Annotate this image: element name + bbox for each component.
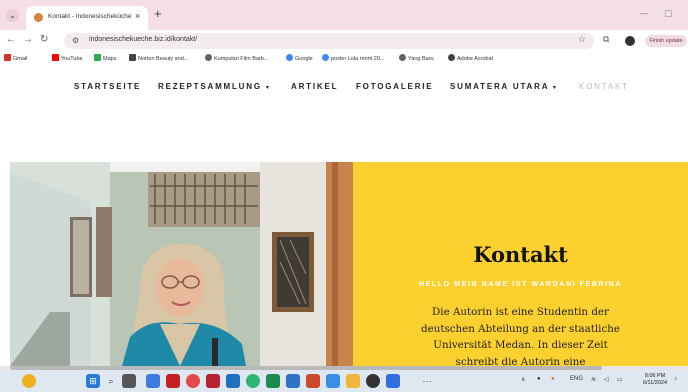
browser-window: ⌄ Kontakt - Indonesischeküche × + — ▢ ← … bbox=[0, 0, 688, 392]
bookmarks-bar: Gmail YouTube Maps Norton Beauty and... … bbox=[0, 52, 688, 66]
wifi-icon[interactable]: ≋ bbox=[591, 376, 596, 383]
globe-icon bbox=[205, 54, 212, 61]
contact-hero: Kontakt HELLO MEIN NAME IST WARDANI FEBR… bbox=[10, 162, 688, 368]
url-text[interactable]: indonesischekueche.biz.id/kontakt/ bbox=[89, 36, 197, 43]
app-icon[interactable] bbox=[166, 374, 180, 388]
gmail-icon bbox=[4, 54, 11, 61]
tab-strip: ⌄ Kontakt - Indonesischeküche × + — ▢ bbox=[0, 0, 688, 30]
profile-avatar[interactable] bbox=[625, 36, 635, 46]
app-icon[interactable] bbox=[386, 374, 400, 388]
extensions-icon[interactable]: ⧉ bbox=[603, 34, 609, 45]
mail-icon[interactable] bbox=[226, 374, 240, 388]
bookmark-youtube[interactable]: YouTube bbox=[52, 54, 83, 62]
chevron-down-icon: ▾ bbox=[553, 85, 558, 91]
bookmark-poster-lola[interactable]: poster Lola rennt 20... bbox=[322, 54, 385, 62]
nav-rezeptsammlung-label: REZEPTSAMMLUNG bbox=[158, 82, 262, 91]
contact-title: Kontakt bbox=[473, 242, 568, 267]
search-icon[interactable]: ⌕ bbox=[104, 374, 118, 388]
bookmark-star-icon[interactable]: ☆ bbox=[578, 34, 586, 45]
contact-subtitle: HELLO MEIN NAME IST WARDANI FEBRINA bbox=[419, 281, 622, 288]
bookmark-adobe-acrobat[interactable]: Adobe Acrobat bbox=[448, 54, 493, 62]
tab-kontakt[interactable]: Kontakt - Indonesischeküche × bbox=[26, 6, 148, 30]
site-navigation: STARTSEITE REZEPTSAMMLUNG ▾ ARTIKEL FOTO… bbox=[74, 82, 644, 96]
bookmark-maps[interactable]: Maps bbox=[94, 54, 116, 62]
file-explorer-icon[interactable] bbox=[346, 374, 360, 388]
nav-kontakt[interactable]: KONTAKT bbox=[579, 82, 629, 91]
powerpoint-icon[interactable] bbox=[306, 374, 320, 388]
windows-start-icon[interactable]: ⊞ bbox=[86, 374, 100, 388]
chevron-down-icon: ▾ bbox=[265, 85, 271, 91]
widgets-icon[interactable] bbox=[146, 374, 160, 388]
nav-artikel[interactable]: ARTIKEL bbox=[291, 82, 338, 91]
word-icon[interactable] bbox=[286, 374, 300, 388]
back-icon[interactable]: ← bbox=[6, 34, 16, 45]
bookmark-kumpulan-film[interactable]: Kumpulan Film Barb... bbox=[205, 54, 268, 62]
language-indicator[interactable]: ENG bbox=[570, 376, 583, 382]
forward-icon[interactable]: → bbox=[23, 34, 33, 45]
app-icon[interactable] bbox=[326, 374, 340, 388]
youtube-icon bbox=[52, 54, 59, 61]
edge-icon[interactable] bbox=[246, 374, 260, 388]
tray-chevron-icon[interactable]: ∧ bbox=[521, 376, 525, 383]
tab-title: Kontakt - Indonesischeküche bbox=[48, 13, 132, 20]
notification-icon[interactable]: ♪ bbox=[674, 376, 677, 382]
globe-icon bbox=[399, 54, 406, 61]
task-view-icon[interactable] bbox=[122, 374, 136, 388]
minimize-icon[interactable]: — bbox=[640, 9, 648, 18]
nav-fotogalerie[interactable]: FOTOGALERIE bbox=[356, 82, 433, 91]
bookmark-norton[interactable]: Norton Beauty and... bbox=[129, 54, 188, 62]
bookmark-icon bbox=[129, 54, 136, 61]
chrome-icon[interactable] bbox=[186, 374, 200, 388]
website-viewport: STARTSEITE REZEPTSAMMLUNG ▾ ARTIKEL FOTO… bbox=[0, 66, 688, 368]
nav-rezeptsammlung[interactable]: REZEPTSAMMLUNG ▾ bbox=[158, 82, 271, 91]
browser-toolbar: ← → ↻ ⚙ indonesischekueche.biz.id/kontak… bbox=[0, 30, 688, 52]
restore-icon[interactable]: ▢ bbox=[664, 8, 673, 19]
weather-icon[interactable] bbox=[22, 374, 36, 388]
address-bar[interactable]: ⚙ indonesischekueche.biz.id/kontakt/ bbox=[64, 33, 594, 49]
acrobat-icon bbox=[448, 54, 455, 61]
reload-icon[interactable]: ↻ bbox=[40, 34, 48, 45]
app-icon[interactable] bbox=[366, 374, 380, 388]
site-favicon-icon bbox=[34, 13, 43, 22]
clock-date: 6/11/2024 bbox=[642, 380, 668, 386]
clock[interactable]: 8:06 PM 6/11/2024 bbox=[639, 373, 671, 387]
bookmark-yang-baru[interactable]: Yang Baru bbox=[399, 54, 434, 62]
more-icon[interactable]: ··· bbox=[420, 374, 434, 388]
tab-search-icon[interactable]: ⌄ bbox=[6, 9, 19, 22]
new-tab-button[interactable]: + bbox=[154, 6, 162, 21]
app-icon[interactable] bbox=[206, 374, 220, 388]
nav-sumatera-utara[interactable]: SUMATERA UTARA ▾ bbox=[450, 82, 558, 91]
contact-panel: Kontakt HELLO MEIN NAME IST WARDANI FEBR… bbox=[353, 162, 688, 368]
bookmark-google[interactable]: Google bbox=[286, 54, 313, 62]
contact-description: Die Autorin ist eine Studentin der deuts… bbox=[421, 306, 620, 368]
clock-time: 8:06 PM bbox=[644, 373, 666, 379]
taskbar: ⊞ ⌕ ··· ∧ ● ● ENG ≋ ◁ ▭ 8:06 PM 6/11/202… bbox=[0, 370, 688, 392]
close-tab-icon[interactable]: × bbox=[135, 11, 140, 21]
bookmark-gmail[interactable]: Gmail bbox=[4, 54, 27, 62]
nav-startseite[interactable]: STARTSEITE bbox=[74, 82, 141, 91]
maps-icon bbox=[94, 54, 101, 61]
google-icon bbox=[322, 54, 329, 61]
battery-icon[interactable]: ▭ bbox=[617, 376, 623, 383]
tray-app-icon[interactable]: ● bbox=[551, 376, 555, 382]
finish-update-button[interactable]: Finish update bbox=[645, 35, 687, 47]
tray-app-icon[interactable]: ● bbox=[537, 376, 541, 382]
author-photo bbox=[10, 162, 353, 366]
google-icon bbox=[286, 54, 293, 61]
excel-icon[interactable] bbox=[266, 374, 280, 388]
nav-sumatera-utara-label: SUMATERA UTARA bbox=[450, 82, 549, 91]
volume-icon[interactable]: ◁ bbox=[604, 376, 609, 383]
site-info-icon[interactable]: ⚙ bbox=[72, 36, 79, 45]
